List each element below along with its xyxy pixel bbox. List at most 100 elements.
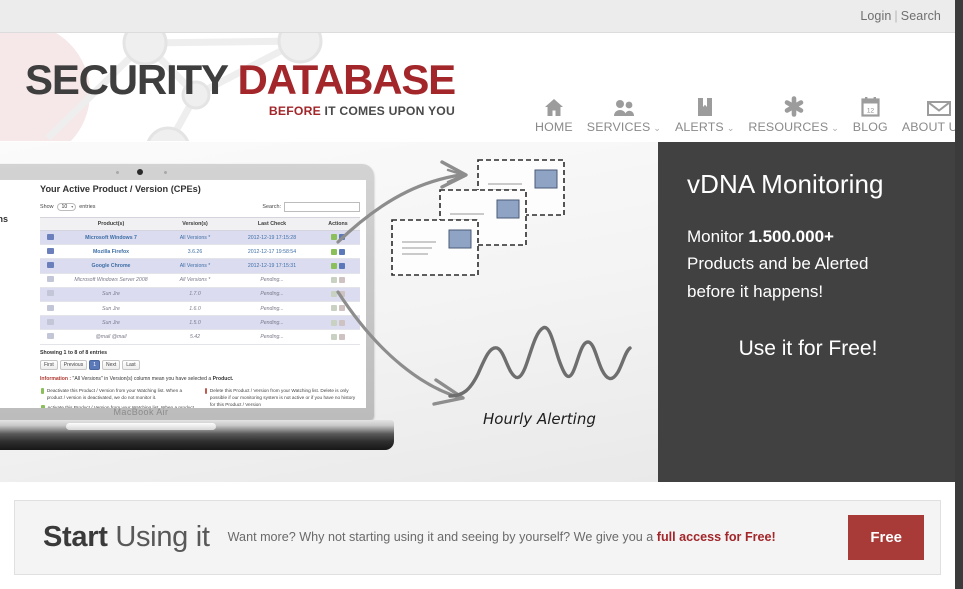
- pager-last[interactable]: Last: [122, 359, 140, 370]
- product-flag-icon: [46, 304, 54, 311]
- sidebar-heading-api-docs: API Documentations: [0, 213, 9, 224]
- nav-label-about-us: ABOUT US: [901, 120, 955, 134]
- hero-monitor-count: 1.500.000+: [748, 226, 834, 246]
- col-products[interactable]: Product(s): [60, 217, 162, 231]
- cell-product[interactable]: @mail @mail: [60, 329, 162, 345]
- table-row[interactable]: Sun Jre 1.5.0 Pending...: [40, 315, 360, 331]
- cell-product[interactable]: Microsoft Windows 7: [60, 230, 162, 246]
- hero-banner: vDNA CPE(s) Subscriptions vDNA Invoices …: [0, 142, 955, 482]
- logo-tagline: BEFORE IT COMES UPON YOU: [269, 105, 455, 117]
- cell-version: 1.5.0: [162, 315, 228, 331]
- table-row[interactable]: Mozilla Firefox 3.6.26 2012-12-17 19:58:54: [40, 244, 360, 260]
- cell-last-check: 2012-12-19 17:15:28: [228, 230, 316, 246]
- app-page-title: Your Active Product / Version (CPEs): [40, 184, 201, 194]
- envelope-icon: [927, 95, 952, 117]
- table-row[interactable]: @mail @mail 5.42 Pending...: [40, 329, 360, 345]
- legend-item-deactivate: Deactivate this Product / Version from y…: [40, 387, 196, 402]
- laptop-top-bezel: [0, 164, 374, 180]
- asterisk-icon: [783, 95, 805, 117]
- cell-version: All Versions *: [162, 230, 228, 246]
- topbar-separator: |: [894, 9, 898, 23]
- table-row[interactable]: Google Chrome All Versions * 2012-12-19 17…: [40, 258, 360, 274]
- hero-line-3: before it happens!: [687, 281, 824, 301]
- app-sidebar: vDNA CPE(s) Subscriptions vDNA Invoices …: [0, 186, 32, 241]
- col-last-check[interactable]: Last Check: [228, 217, 316, 231]
- start-using-it-strip: Start Using it Want more? Why not starti…: [14, 500, 941, 575]
- nav-item-about-us[interactable]: ABOUT US⌄: [895, 95, 955, 134]
- nav-label-alerts: ALERTS: [674, 120, 724, 134]
- nav-item-home[interactable]: HOME: [528, 95, 580, 134]
- nav-label-services: SERVICES: [586, 120, 651, 134]
- site-header: SECURITY DATABASE BEFORE IT COMES UPON Y…: [0, 33, 955, 141]
- table-row[interactable]: Microsoft Windows 7 All Versions * 2012-12…: [40, 230, 360, 246]
- cell-product[interactable]: Google Chrome: [60, 258, 162, 274]
- table-row[interactable]: Microsoft Windows Server 2008 All Version…: [40, 273, 360, 288]
- logo-tagline-gray: IT COMES UPON YOU: [320, 104, 455, 118]
- nav-item-services[interactable]: SERVICES ⌄: [580, 95, 668, 134]
- nav-item-blog[interactable]: 12 BLOG: [846, 95, 895, 134]
- window-right-edge: [955, 0, 963, 589]
- cell-last-check: Pending...: [228, 301, 316, 317]
- sidebar-item-cpe-subscriptions[interactable]: vDNA CPE(s) Subscriptions: [0, 186, 32, 193]
- cell-product[interactable]: Sun Jre: [60, 287, 162, 302]
- logo-database-text: DATABASE: [237, 56, 456, 103]
- hero-line-1: Monitor 1.500.000+: [687, 223, 929, 251]
- laptop-sensor-right: [164, 171, 167, 174]
- pager-previous[interactable]: Previous: [59, 359, 88, 370]
- svg-text:12: 12: [867, 107, 875, 114]
- table-pagination: First Previous 1 Next Last: [40, 359, 360, 370]
- row-type-icon: [40, 258, 60, 274]
- laptop-brand-label: MacBook Air: [113, 407, 169, 417]
- nav-item-resources[interactable]: RESOURCES ⌄: [741, 95, 845, 134]
- cell-product[interactable]: Microsoft Windows Server 2008: [60, 273, 162, 288]
- table-row[interactable]: Sun Jre 1.7.0 Pending...: [40, 287, 360, 302]
- logo-wordmark: SECURITY DATABASE: [25, 56, 456, 103]
- cell-product[interactable]: Sun Jre: [60, 315, 162, 331]
- legend-text: Deactivate this Product / Version from y…: [46, 387, 183, 400]
- free-button[interactable]: Free: [848, 515, 924, 560]
- cell-product[interactable]: Mozilla Firefox: [60, 244, 162, 260]
- calendar-icon: 12: [861, 95, 880, 117]
- showing-entries-text: Showing 1 to 8 of 8 entries: [40, 349, 108, 356]
- pager-first[interactable]: First: [40, 359, 58, 370]
- hero-monitor-prefix: Monitor: [687, 226, 749, 246]
- laptop-webcam: [137, 169, 143, 175]
- cta-inner: Start Using it Want more? Why not starti…: [15, 501, 940, 574]
- hero-sketch-overlay: [336, 159, 632, 406]
- laptop-base-notch: [66, 423, 216, 430]
- cell-version: All Versions *: [162, 258, 228, 274]
- nav-label-resources: RESOURCES: [748, 120, 829, 134]
- entries-select[interactable]: 10: [56, 203, 77, 211]
- cta-description-highlight: full access for Free!: [656, 530, 776, 545]
- cta-title-bold: Start: [43, 521, 108, 553]
- main-navigation: HOME SERVICES ⌄ ALERTS ⌄ RESOURCES ⌄ 12 …: [528, 95, 955, 134]
- row-type-icon: [40, 244, 60, 260]
- cell-last-check: Pending...: [228, 287, 316, 302]
- hero-text-panel: vDNA Monitoring Monitor 1.500.000+ Produ…: [658, 142, 955, 482]
- pager-page-1[interactable]: 1: [89, 359, 100, 370]
- sidebar-item-api-documentation[interactable]: vDNA API Documentation: [0, 230, 32, 237]
- top-utility-bar: Login | Search: [0, 0, 955, 33]
- cell-product[interactable]: Sun Jre: [60, 301, 162, 317]
- search-link[interactable]: Search: [901, 9, 941, 23]
- cta-description-prefix: Want more? Why not starting using it and…: [227, 530, 657, 545]
- pager-next[interactable]: Next: [101, 359, 121, 370]
- laptop-sensor-left: [116, 171, 119, 174]
- login-link[interactable]: Login: [860, 9, 891, 23]
- laptop-illustration: vDNA CPE(s) Subscriptions vDNA Invoices …: [0, 164, 394, 464]
- nav-item-alerts[interactable]: ALERTS ⌄: [668, 95, 741, 134]
- cell-version: 3.6.26: [162, 244, 228, 260]
- table-row[interactable]: Sun Jre 1.6.0 Pending...: [40, 301, 360, 317]
- app-main-content: Your Active Product / Version (CPEs) Sho…: [40, 184, 360, 408]
- cell-version: 1.6.0: [162, 301, 228, 317]
- logo-security-text: SECURITY: [25, 56, 228, 103]
- cta-description: Want more? Why not starting using it and…: [228, 529, 839, 545]
- hero-cta-text[interactable]: Use it for Free!: [687, 337, 929, 361]
- col-versions[interactable]: Version(s): [162, 217, 228, 231]
- sidebar-item-invoices[interactable]: vDNA Invoices: [0, 198, 32, 205]
- logo-tagline-red: BEFORE: [268, 104, 321, 118]
- chevron-down-icon-services: ⌄: [653, 123, 661, 133]
- cell-last-check: Pending...: [228, 329, 316, 345]
- home-icon: [544, 95, 564, 117]
- site-logo[interactable]: SECURITY DATABASE BEFORE IT COMES UPON Y…: [25, 56, 456, 118]
